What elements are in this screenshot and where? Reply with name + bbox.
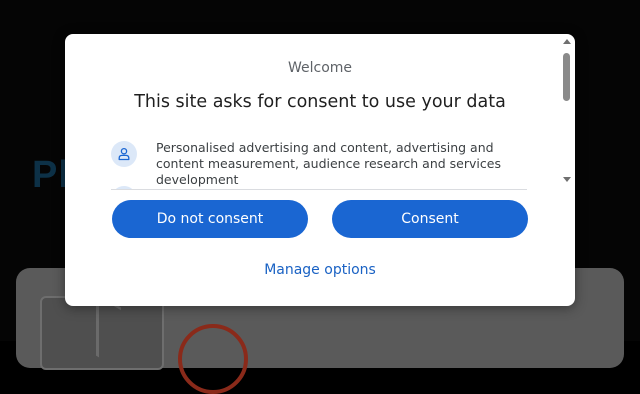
consent-button[interactable]: Consent bbox=[332, 200, 528, 238]
do-not-consent-button[interactable]: Do not consent bbox=[112, 200, 308, 238]
divider bbox=[111, 189, 527, 190]
scrollbar-thumb[interactable] bbox=[563, 53, 570, 101]
manage-options-link[interactable]: Manage options bbox=[65, 262, 575, 278]
consent-dialog: Welcome This site asks for consent to us… bbox=[65, 34, 575, 306]
scrollbar[interactable] bbox=[561, 37, 573, 187]
person-icon bbox=[111, 141, 137, 167]
scroll-up-arrow-icon[interactable] bbox=[563, 39, 571, 44]
purposes-list[interactable]: Personalised advertising and content, ad… bbox=[111, 134, 527, 190]
scroll-down-arrow-icon[interactable] bbox=[563, 177, 571, 182]
background-circle-icon bbox=[178, 324, 248, 394]
dialog-welcome: Welcome bbox=[287, 60, 353, 76]
dialog-title: This site asks for consent to use your d… bbox=[134, 92, 506, 112]
purpose-text: Personalised advertising and content, ad… bbox=[156, 140, 501, 187]
